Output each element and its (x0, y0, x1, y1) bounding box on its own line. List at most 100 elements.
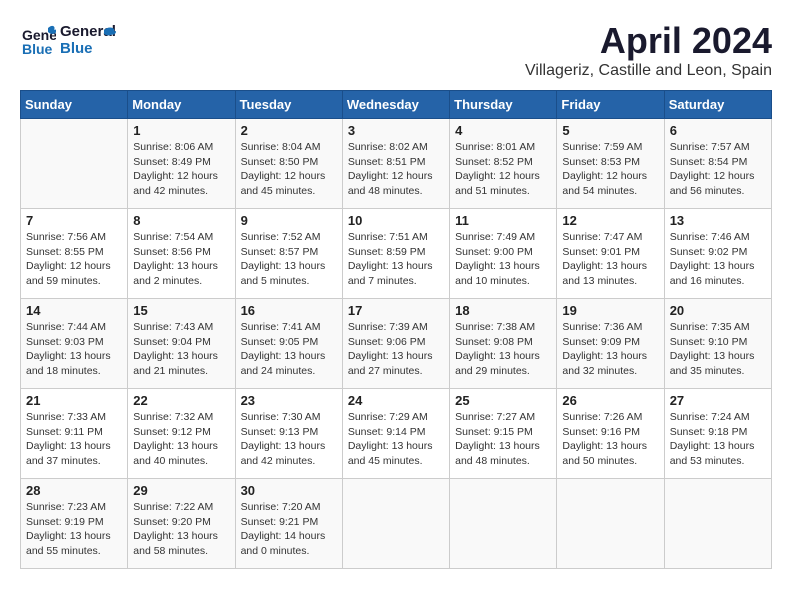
day-number: 8 (133, 213, 229, 228)
column-header-saturday: Saturday (664, 91, 771, 119)
day-info: Sunrise: 7:43 AM Sunset: 9:04 PM Dayligh… (133, 320, 229, 379)
day-info: Sunrise: 7:36 AM Sunset: 9:09 PM Dayligh… (562, 320, 658, 379)
day-info: Sunrise: 7:59 AM Sunset: 8:53 PM Dayligh… (562, 140, 658, 199)
day-info: Sunrise: 7:32 AM Sunset: 9:12 PM Dayligh… (133, 410, 229, 469)
day-info: Sunrise: 7:38 AM Sunset: 9:08 PM Dayligh… (455, 320, 551, 379)
day-info: Sunrise: 7:22 AM Sunset: 9:20 PM Dayligh… (133, 500, 229, 559)
logo: General Blue General Blue (20, 20, 118, 61)
calendar-cell: 12 Sunrise: 7:47 AM Sunset: 9:01 PM Dayli… (557, 209, 664, 299)
page-header: General Blue General Blue April 2024 Vil… (20, 20, 772, 80)
day-number: 1 (133, 123, 229, 138)
day-info: Sunrise: 7:47 AM Sunset: 9:01 PM Dayligh… (562, 230, 658, 289)
calendar-cell: 25 Sunrise: 7:27 AM Sunset: 9:15 PM Dayli… (450, 389, 557, 479)
day-info: Sunrise: 7:29 AM Sunset: 9:14 PM Dayligh… (348, 410, 444, 469)
calendar-cell: 22 Sunrise: 7:32 AM Sunset: 9:12 PM Dayli… (128, 389, 235, 479)
day-info: Sunrise: 7:41 AM Sunset: 9:05 PM Dayligh… (241, 320, 337, 379)
calendar-cell: 24 Sunrise: 7:29 AM Sunset: 9:14 PM Dayli… (342, 389, 449, 479)
day-info: Sunrise: 7:52 AM Sunset: 8:57 PM Dayligh… (241, 230, 337, 289)
day-number: 6 (670, 123, 766, 138)
calendar-cell: 2Sunrise: 8:04 AM Sunset: 8:50 PM Daylig… (235, 119, 342, 209)
day-info: Sunrise: 7:26 AM Sunset: 9:16 PM Dayligh… (562, 410, 658, 469)
day-info: Sunrise: 8:06 AM Sunset: 8:49 PM Dayligh… (133, 140, 229, 199)
calendar-cell: 29 Sunrise: 7:22 AM Sunset: 9:20 PM Dayli… (128, 479, 235, 569)
calendar-cell: 10Sunrise: 7:51 AM Sunset: 8:59 PM Dayli… (342, 209, 449, 299)
calendar-cell: 18Sunrise: 7:38 AM Sunset: 9:08 PM Dayli… (450, 299, 557, 389)
calendar-cell: 9 Sunrise: 7:52 AM Sunset: 8:57 PM Daylig… (235, 209, 342, 299)
calendar-cell: 7 Sunrise: 7:56 AM Sunset: 8:55 PM Daylig… (21, 209, 128, 299)
day-info: Sunrise: 7:23 AM Sunset: 9:19 PM Dayligh… (26, 500, 122, 559)
day-number: 30 (241, 483, 337, 498)
calendar-cell: 19 Sunrise: 7:36 AM Sunset: 9:09 PM Dayli… (557, 299, 664, 389)
day-info: Sunrise: 7:35 AM Sunset: 9:10 PM Dayligh… (670, 320, 766, 379)
calendar-cell: 3 Sunrise: 8:02 AM Sunset: 8:51 PM Daylig… (342, 119, 449, 209)
day-number: 21 (26, 393, 122, 408)
calendar-cell: 20 Sunrise: 7:35 AM Sunset: 9:10 PM Dayli… (664, 299, 771, 389)
bird-icon (90, 22, 118, 50)
calendar-cell: 26 Sunrise: 7:26 AM Sunset: 9:16 PM Dayli… (557, 389, 664, 479)
day-info: Sunrise: 8:04 AM Sunset: 8:50 PM Dayligh… (241, 140, 337, 199)
calendar-cell (557, 479, 664, 569)
day-number: 5 (562, 123, 658, 138)
calendar-cell: 4 Sunrise: 8:01 AM Sunset: 8:52 PM Daylig… (450, 119, 557, 209)
calendar-cell: 17 Sunrise: 7:39 AM Sunset: 9:06 PM Dayli… (342, 299, 449, 389)
calendar-header-row: SundayMondayTuesdayWednesdayThursdayFrid… (21, 91, 772, 119)
day-number: 14 (26, 303, 122, 318)
day-info: Sunrise: 7:24 AM Sunset: 9:18 PM Dayligh… (670, 410, 766, 469)
calendar-cell: 13 Sunrise: 7:46 AM Sunset: 9:02 PM Dayli… (664, 209, 771, 299)
day-number: 4 (455, 123, 551, 138)
day-info: Sunrise: 7:51 AM Sunset: 8:59 PM Dayligh… (348, 230, 444, 289)
calendar-body: 1 Sunrise: 8:06 AM Sunset: 8:49 PM Daylig… (21, 119, 772, 569)
calendar-week-row: 28 Sunrise: 7:23 AM Sunset: 9:19 PM Dayli… (21, 479, 772, 569)
day-number: 7 (26, 213, 122, 228)
column-header-sunday: Sunday (21, 91, 128, 119)
calendar-cell: 21 Sunrise: 7:33 AM Sunset: 9:11 PM Dayli… (21, 389, 128, 479)
day-info: Sunrise: 8:01 AM Sunset: 8:52 PM Dayligh… (455, 140, 551, 199)
day-number: 23 (241, 393, 337, 408)
calendar-cell: 11Sunrise: 7:49 AM Sunset: 9:00 PM Dayli… (450, 209, 557, 299)
day-number: 3 (348, 123, 444, 138)
calendar-cell (450, 479, 557, 569)
day-info: Sunrise: 7:30 AM Sunset: 9:13 PM Dayligh… (241, 410, 337, 469)
calendar-cell: 14Sunrise: 7:44 AM Sunset: 9:03 PM Dayli… (21, 299, 128, 389)
day-number: 12 (562, 213, 658, 228)
day-info: Sunrise: 8:02 AM Sunset: 8:51 PM Dayligh… (348, 140, 444, 199)
day-number: 13 (670, 213, 766, 228)
calendar-cell: 23 Sunrise: 7:30 AM Sunset: 9:13 PM Dayli… (235, 389, 342, 479)
day-number: 17 (348, 303, 444, 318)
day-number: 29 (133, 483, 229, 498)
day-number: 9 (241, 213, 337, 228)
day-info: Sunrise: 7:54 AM Sunset: 8:56 PM Dayligh… (133, 230, 229, 289)
column-header-thursday: Thursday (450, 91, 557, 119)
calendar-cell: 5 Sunrise: 7:59 AM Sunset: 8:53 PM Daylig… (557, 119, 664, 209)
day-info: Sunrise: 7:33 AM Sunset: 9:11 PM Dayligh… (26, 410, 122, 469)
column-header-monday: Monday (128, 91, 235, 119)
calendar-week-row: 1 Sunrise: 8:06 AM Sunset: 8:49 PM Daylig… (21, 119, 772, 209)
calendar-cell: 6 Sunrise: 7:57 AM Sunset: 8:54 PM Daylig… (664, 119, 771, 209)
calendar-table: SundayMondayTuesdayWednesdayThursdayFrid… (20, 90, 772, 569)
svg-text:Blue: Blue (22, 41, 53, 56)
month-title: April 2024 (525, 20, 772, 62)
day-info: Sunrise: 7:20 AM Sunset: 9:21 PM Dayligh… (241, 500, 337, 559)
day-info: Sunrise: 7:46 AM Sunset: 9:02 PM Dayligh… (670, 230, 766, 289)
day-info: Sunrise: 7:56 AM Sunset: 8:55 PM Dayligh… (26, 230, 122, 289)
day-number: 26 (562, 393, 658, 408)
day-number: 27 (670, 393, 766, 408)
calendar-cell: 1 Sunrise: 8:06 AM Sunset: 8:49 PM Daylig… (128, 119, 235, 209)
day-info: Sunrise: 7:39 AM Sunset: 9:06 PM Dayligh… (348, 320, 444, 379)
calendar-cell: 15 Sunrise: 7:43 AM Sunset: 9:04 PM Dayli… (128, 299, 235, 389)
calendar-cell: 16Sunrise: 7:41 AM Sunset: 9:05 PM Dayli… (235, 299, 342, 389)
day-number: 15 (133, 303, 229, 318)
day-number: 28 (26, 483, 122, 498)
day-number: 25 (455, 393, 551, 408)
day-info: Sunrise: 7:57 AM Sunset: 8:54 PM Dayligh… (670, 140, 766, 199)
day-number: 19 (562, 303, 658, 318)
calendar-cell: 30 Sunrise: 7:20 AM Sunset: 9:21 PM Dayli… (235, 479, 342, 569)
column-header-friday: Friday (557, 91, 664, 119)
column-header-tuesday: Tuesday (235, 91, 342, 119)
calendar-cell (21, 119, 128, 209)
logo-icon: General Blue (20, 20, 56, 56)
day-number: 22 (133, 393, 229, 408)
day-info: Sunrise: 7:27 AM Sunset: 9:15 PM Dayligh… (455, 410, 551, 469)
day-number: 24 (348, 393, 444, 408)
day-number: 20 (670, 303, 766, 318)
